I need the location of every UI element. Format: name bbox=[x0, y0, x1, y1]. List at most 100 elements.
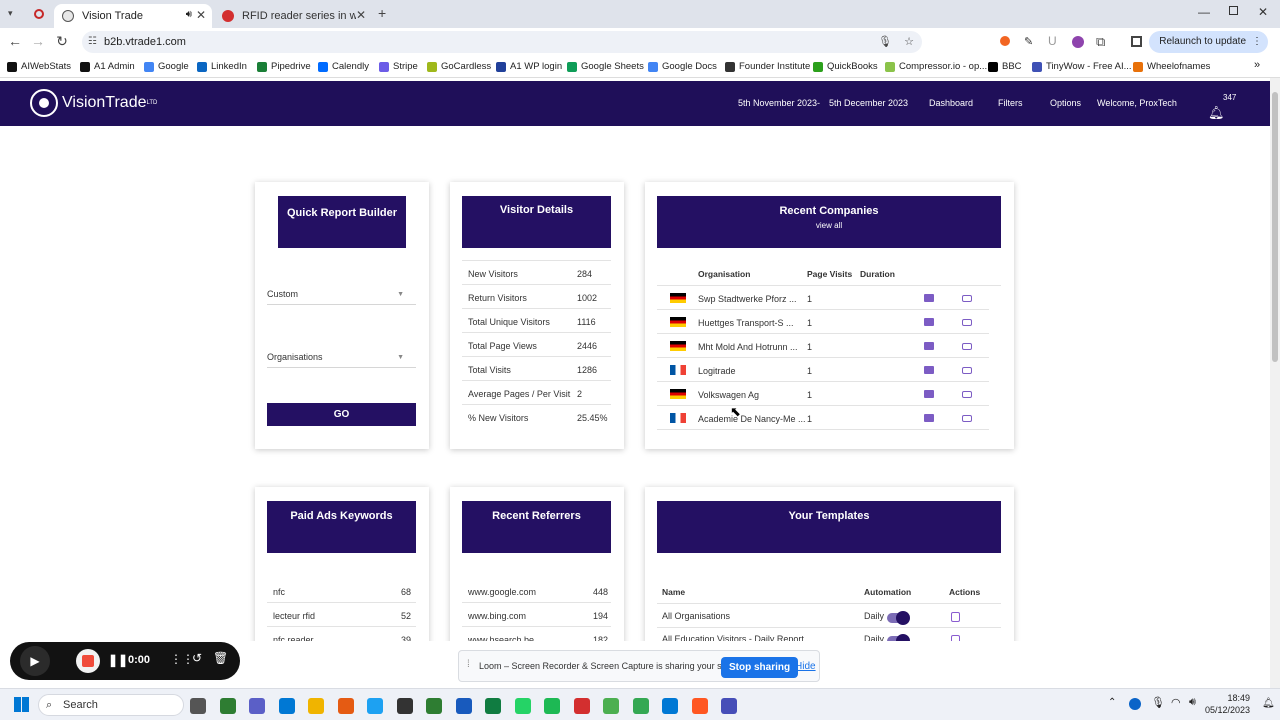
record-icon[interactable] bbox=[34, 9, 44, 19]
taskbar-app-icon[interactable] bbox=[396, 698, 413, 714]
email-icon[interactable] bbox=[924, 318, 934, 326]
forward-icon[interactable]: → bbox=[26, 33, 50, 49]
date-to[interactable]: 5th December 2023 bbox=[829, 98, 908, 108]
new-tab-icon[interactable]: + bbox=[378, 5, 386, 21]
restart-icon[interactable]: ↺ bbox=[192, 651, 202, 665]
stop-recording-button[interactable] bbox=[76, 649, 100, 673]
maximize-icon[interactable] bbox=[1229, 6, 1238, 15]
taskbar-app-icon[interactable] bbox=[721, 698, 737, 714]
bookmark-16[interactable]: Wheelofnames bbox=[1133, 61, 1210, 72]
bookmark-13[interactable]: Compressor.io - op... bbox=[885, 61, 987, 72]
site-info-icon[interactable]: ☷ bbox=[88, 31, 97, 53]
email-icon[interactable] bbox=[924, 366, 934, 374]
stop-sharing-button[interactable]: Stop sharing bbox=[721, 657, 799, 678]
nav-filters[interactable]: Filters bbox=[998, 98, 1023, 108]
taskbar-app-icon[interactable] bbox=[367, 698, 383, 714]
close-tab-icon[interactable]: ✕ bbox=[196, 8, 206, 22]
pause-icon[interactable]: ❚❚ bbox=[108, 653, 128, 667]
email-icon[interactable] bbox=[924, 294, 934, 302]
view-all-link[interactable]: view all bbox=[657, 221, 1001, 230]
back-icon[interactable]: ← bbox=[3, 33, 27, 49]
reload-icon[interactable]: ↻ bbox=[50, 33, 74, 50]
mic-tray-icon[interactable]: 🎙︎ bbox=[1151, 696, 1165, 709]
date-from[interactable]: 5th November 2023 bbox=[738, 98, 817, 108]
chevron-up-icon[interactable]: ⌃ bbox=[1108, 697, 1116, 708]
bell-icon[interactable]: 🔔︎ bbox=[1208, 105, 1225, 120]
edit-template-icon[interactable] bbox=[951, 635, 960, 641]
bookmark-11[interactable]: Founder Institute bbox=[725, 61, 810, 72]
close-window-icon[interactable]: ✕ bbox=[1258, 5, 1268, 19]
bookmark-5[interactable]: Calendly bbox=[318, 61, 369, 72]
trash-icon[interactable]: 🗑︎ bbox=[213, 651, 228, 665]
company-name[interactable]: Volkswagen Ag bbox=[698, 390, 759, 400]
page-scrollbar[interactable] bbox=[1270, 78, 1280, 688]
bookmark-4[interactable]: Pipedrive bbox=[257, 61, 311, 72]
taskbar-search[interactable]: ⌕ Search bbox=[38, 694, 184, 716]
volume-icon[interactable]: 🔊︎ bbox=[1189, 696, 1196, 709]
bookmark-2[interactable]: Google bbox=[144, 61, 189, 72]
extension-pen-icon[interactable]: ✎ bbox=[1024, 35, 1034, 48]
windows-start-icon[interactable] bbox=[14, 697, 29, 712]
taskbar-app-icon[interactable] bbox=[455, 698, 472, 714]
drag-handle-icon[interactable]: ⁞ bbox=[467, 659, 470, 670]
hide-link[interactable]: Hide bbox=[795, 661, 816, 672]
more-icon[interactable]: ⋮ bbox=[1252, 31, 1262, 53]
automation-toggle[interactable] bbox=[887, 611, 910, 625]
email-icon[interactable] bbox=[924, 390, 934, 398]
camera-icon[interactable]: ▶ bbox=[20, 646, 50, 676]
tab-rfid[interactable]: RFID reader series in water- an ✕ bbox=[214, 4, 372, 28]
company-name[interactable]: Academie De Nancy-Me ... bbox=[698, 414, 806, 424]
company-name[interactable]: Mht Mold And Hotrunn ... bbox=[698, 342, 798, 352]
bookmark-0[interactable]: AIWebStats bbox=[7, 61, 71, 72]
tag-icon[interactable] bbox=[962, 367, 972, 374]
url-field[interactable]: ☷ b2b.vtrade1.com 🎙︎ ☆ bbox=[82, 31, 922, 53]
sidepanel-icon[interactable] bbox=[1131, 36, 1142, 47]
taskbar-app-icon[interactable] bbox=[278, 698, 295, 714]
taskbar-app-icon[interactable] bbox=[632, 698, 649, 714]
email-icon[interactable] bbox=[924, 342, 934, 350]
logo[interactable]: VisionTrade LTD bbox=[30, 89, 157, 117]
grid-icon[interactable]: ⋮⋮ bbox=[170, 652, 194, 666]
bookmark-6[interactable]: Stripe bbox=[379, 61, 418, 72]
bookmarks-overflow-icon[interactable]: » bbox=[1254, 59, 1260, 71]
extensions-puzzle-icon[interactable]: ⧉ bbox=[1096, 34, 1105, 50]
taskbar-app-icon[interactable] bbox=[485, 698, 501, 714]
taskbar-app-icon[interactable] bbox=[544, 698, 560, 714]
taskbar-app-icon[interactable] bbox=[573, 698, 590, 714]
tag-icon[interactable] bbox=[962, 343, 972, 350]
taskbar-clock[interactable]: 18:49 05/12/2023 bbox=[1205, 692, 1250, 716]
extension-u-icon[interactable]: U bbox=[1048, 34, 1057, 48]
nav-dashboard[interactable]: Dashboard bbox=[929, 98, 973, 108]
notifications-icon[interactable]: 🔔︎ bbox=[1262, 698, 1275, 709]
report-scope-select[interactable]: Organisations ▼ bbox=[267, 352, 416, 368]
taskbar-app-icon[interactable] bbox=[337, 698, 354, 714]
edit-template-icon[interactable] bbox=[951, 612, 960, 622]
bookmark-8[interactable]: A1 WP login bbox=[496, 61, 562, 72]
tag-icon[interactable] bbox=[962, 415, 972, 422]
nav-options[interactable]: Options bbox=[1050, 98, 1081, 108]
referrer-site[interactable]: www.hsearch.be bbox=[468, 635, 534, 641]
scroll-thumb[interactable] bbox=[1272, 92, 1278, 362]
tag-icon[interactable] bbox=[962, 319, 972, 326]
template-name[interactable]: All Education Visitors - Daily Report bbox=[662, 634, 804, 641]
bookmark-14[interactable]: BBC bbox=[988, 61, 1022, 72]
bookmark-9[interactable]: Google Sheets bbox=[567, 61, 644, 72]
bookmark-3[interactable]: LinkedIn bbox=[197, 61, 247, 72]
speaker-icon[interactable]: 🔊︎ bbox=[186, 9, 192, 20]
mic-icon[interactable]: 🎙︎ bbox=[878, 31, 892, 53]
taskbar-app-icon[interactable] bbox=[662, 698, 678, 714]
onedrive-icon[interactable] bbox=[1129, 698, 1141, 710]
taskbar-app-icon[interactable] bbox=[426, 698, 442, 714]
report-type-select[interactable]: Custom ▼ bbox=[267, 289, 416, 305]
taskbar-app-icon[interactable] bbox=[190, 698, 206, 714]
close-tab-icon[interactable]: ✕ bbox=[356, 8, 366, 22]
taskbar-app-icon[interactable] bbox=[308, 698, 324, 714]
tag-icon[interactable] bbox=[962, 295, 972, 302]
bookmark-15[interactable]: TinyWow - Free AI... bbox=[1032, 61, 1132, 72]
automation-toggle[interactable] bbox=[887, 634, 910, 641]
taskbar-app-icon[interactable] bbox=[249, 698, 265, 714]
tag-icon[interactable] bbox=[962, 391, 972, 398]
company-name[interactable]: Logitrade bbox=[698, 366, 736, 376]
taskbar-app-icon[interactable] bbox=[219, 698, 236, 714]
star-icon[interactable]: ☆ bbox=[904, 31, 914, 53]
